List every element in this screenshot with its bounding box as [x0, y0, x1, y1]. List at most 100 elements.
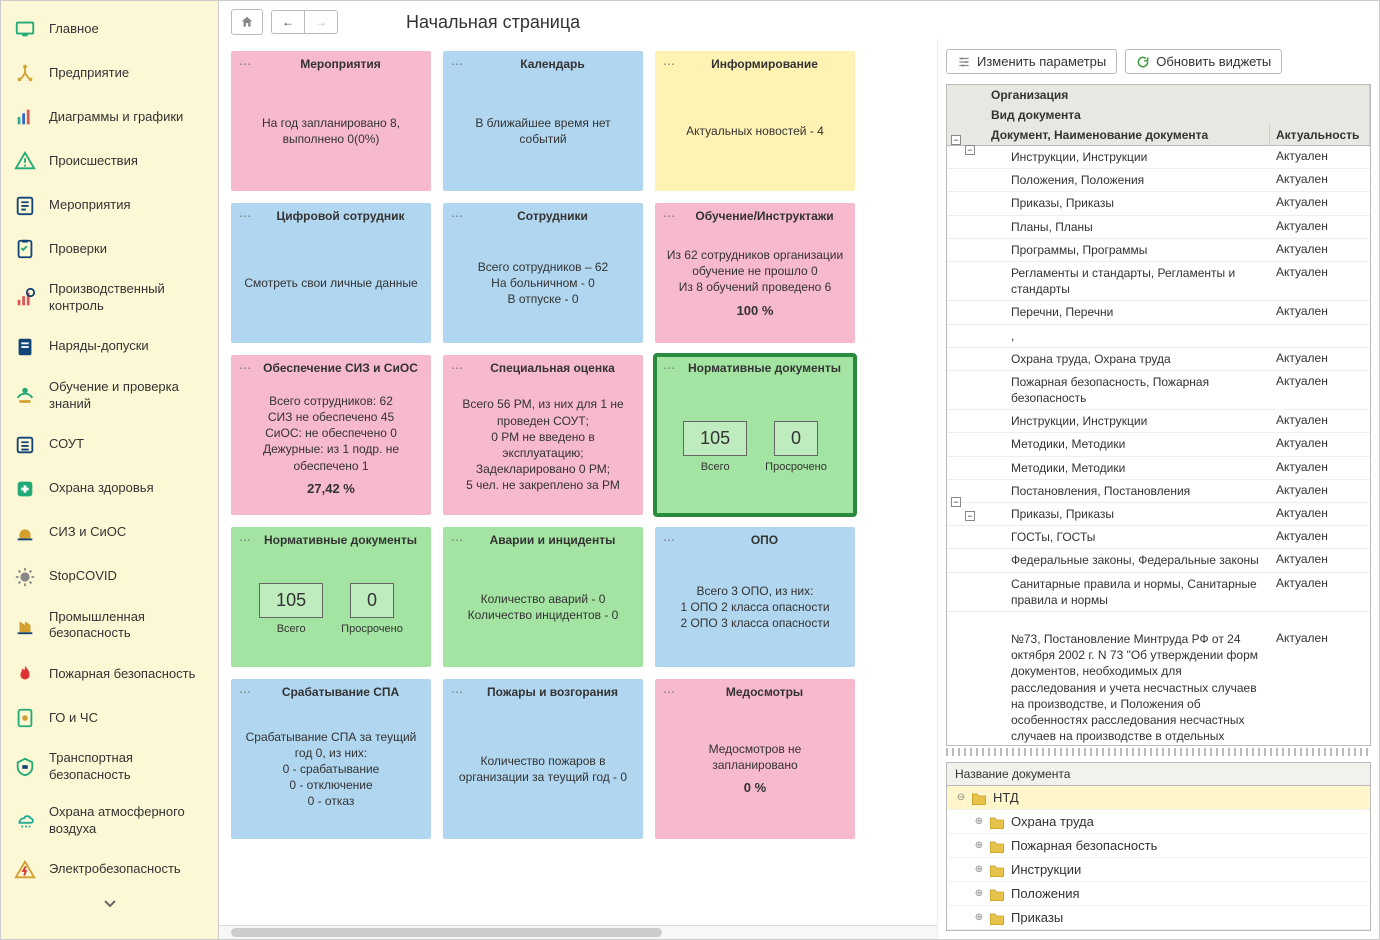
- document-row[interactable]: Положения, ПоложенияАктуален: [947, 169, 1370, 192]
- document-row[interactable]: Федеральные законы, Федеральные законыАк…: [947, 549, 1370, 572]
- sidebar-item-air[interactable]: Охрана атмосферного воздуха: [1, 794, 218, 848]
- sidebar-item-prodcontrol[interactable]: Производственный контроль: [1, 271, 218, 325]
- expander-icon[interactable]: ⊖: [955, 792, 967, 804]
- expander-icon[interactable]: ⊕: [973, 864, 985, 876]
- widget-menu-icon[interactable]: ⋯: [451, 685, 464, 699]
- folder-row[interactable]: ⊕ Пожарная безопасность: [947, 834, 1370, 858]
- folder-label: Пожарная безопасность: [1011, 838, 1157, 853]
- sidebar-item-permits[interactable]: Наряды-допуски: [1, 325, 218, 369]
- sidebar-item-incidents[interactable]: Происшествия: [1, 139, 218, 183]
- sidebar-item-siz[interactable]: СИЗ и СиОС: [1, 511, 218, 555]
- folder-row[interactable]: ⊕Охрана труда: [947, 810, 1370, 834]
- expander-icon[interactable]: ⊕: [973, 840, 985, 852]
- document-row[interactable]: Методики, МетодикиАктуален: [947, 457, 1370, 480]
- document-row[interactable]: ГОСТы, ГОСТыАктуален: [947, 526, 1370, 549]
- splitter[interactable]: [946, 748, 1371, 756]
- documents-table[interactable]: Организация Вид документа Документ, Наим…: [946, 84, 1371, 746]
- forward-button[interactable]: →: [304, 11, 337, 33]
- widget-menu-icon[interactable]: ⋯: [239, 361, 252, 375]
- document-row[interactable]: Планы, ПланыАктуален: [947, 216, 1370, 239]
- refresh-widgets-button[interactable]: Обновить виджеты: [1125, 49, 1282, 74]
- sidebar-item-gochs[interactable]: ГО и ЧС: [1, 696, 218, 740]
- widget[interactable]: ⋯Нормативные документы105Всего0Просрочен…: [655, 355, 855, 515]
- sidebar-item-health[interactable]: Охрана здоровья: [1, 467, 218, 511]
- document-row[interactable]: Постановления, ПостановленияАктуален: [947, 480, 1370, 503]
- sidebar-item-checks[interactable]: Проверки: [1, 227, 218, 271]
- widget-menu-icon[interactable]: ⋯: [663, 685, 676, 699]
- sidebar-item-training[interactable]: Обучение и проверка знаний: [1, 369, 218, 423]
- tree-collapse-3[interactable]: −: [951, 497, 961, 507]
- document-row[interactable]: Перечни, ПеречниАктуален: [947, 301, 1370, 324]
- widget-menu-icon[interactable]: ⋯: [239, 685, 252, 699]
- widget-menu-icon[interactable]: ⋯: [663, 57, 676, 71]
- document-row[interactable]: Приказы, ПриказыАктуален: [947, 192, 1370, 215]
- sidebar-item-transport[interactable]: Транспортная безопасность: [1, 740, 218, 794]
- widget[interactable]: ⋯Обеспечение СИЗ и СиОСВсего сотрудников…: [231, 355, 431, 515]
- widget[interactable]: ⋯КалендарьВ ближайшее время нет событий: [443, 51, 643, 191]
- widget[interactable]: ⋯МедосмотрыМедосмотров не запланировано0…: [655, 679, 855, 839]
- widget-line: 5 чел. не закреплено за РМ: [466, 477, 620, 493]
- folder-panel: Название документа ⊖НТД⊕Охрана труда⊕Пож…: [946, 762, 1371, 931]
- widget[interactable]: ⋯Срабатывание СПАСрабатывание СПА за теу…: [231, 679, 431, 839]
- widget-menu-icon[interactable]: ⋯: [239, 209, 252, 223]
- widget[interactable]: ⋯МероприятияНа год запланировано 8, выпо…: [231, 51, 431, 191]
- sidebar-item-sout[interactable]: СОУТ: [1, 423, 218, 467]
- widget[interactable]: ⋯Аварии и инцидентыКоличество аварий - 0…: [443, 527, 643, 667]
- change-params-button[interactable]: Изменить параметры: [946, 49, 1117, 74]
- doc-status: Актуален: [1270, 239, 1370, 259]
- widget-menu-icon[interactable]: ⋯: [451, 361, 464, 375]
- document-row[interactable]: Инструкции, ИнструкцииАктуален: [947, 410, 1370, 433]
- back-button[interactable]: ←: [272, 11, 304, 33]
- expander-icon[interactable]: ⊕: [973, 912, 985, 924]
- folder-row[interactable]: ⊕Приказы: [947, 906, 1370, 930]
- expander-icon[interactable]: ⊕: [973, 816, 985, 828]
- widget-menu-icon[interactable]: ⋯: [663, 209, 676, 223]
- document-row[interactable]: Приказы, ПриказыАктуален: [947, 503, 1370, 526]
- folder-row[interactable]: ⊖НТД: [947, 786, 1370, 810]
- widget-menu-icon[interactable]: ⋯: [239, 57, 252, 71]
- sidebar-item-enterprise[interactable]: Предприятие: [1, 51, 218, 95]
- widget[interactable]: ⋯Нормативные документы105Всего0Просрочен…: [231, 527, 431, 667]
- sidebar-item-covid[interactable]: StopCOVID: [1, 555, 218, 599]
- document-row[interactable]: Санитарные правила и нормы, Санитарные п…: [947, 573, 1370, 612]
- document-row[interactable]: Программы, ПрограммыАктуален: [947, 239, 1370, 262]
- sidebar-item-fire[interactable]: Пожарная безопасность: [1, 652, 218, 696]
- document-row[interactable]: Методики, МетодикиАктуален: [947, 433, 1370, 456]
- sidebar-item-events[interactable]: Мероприятия: [1, 183, 218, 227]
- widget-menu-icon[interactable]: ⋯: [451, 57, 464, 71]
- folder-row[interactable]: ⊕Инструкции: [947, 858, 1370, 882]
- widget-menu-icon[interactable]: ⋯: [451, 533, 464, 547]
- document-row[interactable]: ,: [947, 325, 1370, 348]
- document-row[interactable]: Охрана труда, Охрана трудаАктуален: [947, 348, 1370, 371]
- doc-status: Актуален: [1270, 628, 1370, 648]
- widget[interactable]: ⋯ИнформированиеАктуальных новостей - 4: [655, 51, 855, 191]
- widget[interactable]: ⋯Цифровой сотрудникСмотреть свои личные …: [231, 203, 431, 343]
- document-row[interactable]: Пожарная безопасность, Пожарная безопасн…: [947, 371, 1370, 410]
- document-row[interactable]: Регламенты и стандарты, Регламенты и ста…: [947, 262, 1370, 301]
- horizontal-scrollbar[interactable]: [219, 925, 937, 939]
- home-button[interactable]: [231, 9, 263, 35]
- widget-menu-icon[interactable]: ⋯: [239, 533, 252, 547]
- tree-collapse-4[interactable]: −: [965, 511, 975, 521]
- widget[interactable]: ⋯Специальная оценкаВсего 56 РМ, из них д…: [443, 355, 643, 515]
- sidebar-item-charts[interactable]: Диаграммы и графики: [1, 95, 218, 139]
- sidebar-item-electro[interactable]: Электробезопасность: [1, 848, 218, 892]
- sidebar-label: ГО и ЧС: [49, 710, 98, 727]
- sidebar-item-industrial[interactable]: Промышленная безопасность: [1, 599, 218, 653]
- tree-collapse-2[interactable]: −: [965, 145, 975, 155]
- widget-menu-icon[interactable]: ⋯: [663, 533, 676, 547]
- expander-icon[interactable]: ⊕: [973, 888, 985, 900]
- widget[interactable]: ⋯Обучение/ИнструктажиИз 62 сотрудников о…: [655, 203, 855, 343]
- sidebar-item-main[interactable]: Главное: [1, 7, 218, 51]
- widget-menu-icon[interactable]: ⋯: [451, 209, 464, 223]
- document-row[interactable]: №73, Постановление Минтруда РФ от 24 окт…: [947, 628, 1370, 746]
- sidebar-more[interactable]: [1, 892, 218, 918]
- tree-collapse-1[interactable]: −: [951, 135, 961, 145]
- widget[interactable]: ⋯СотрудникиВсего сотрудников – 62На боль…: [443, 203, 643, 343]
- folder-row[interactable]: ⊕Положения: [947, 882, 1370, 906]
- widget[interactable]: ⋯Пожары и возгоранияКоличество пожаров в…: [443, 679, 643, 839]
- widget[interactable]: ⋯ОПОВсего 3 ОПО, из них:1 ОПО 2 класса о…: [655, 527, 855, 667]
- document-row[interactable]: Инструкции, ИнструкцииАктуален: [947, 146, 1370, 169]
- widget-body: Всего 56 РМ, из них для 1 не проведен СО…: [443, 375, 643, 515]
- widget-menu-icon[interactable]: ⋯: [663, 361, 676, 375]
